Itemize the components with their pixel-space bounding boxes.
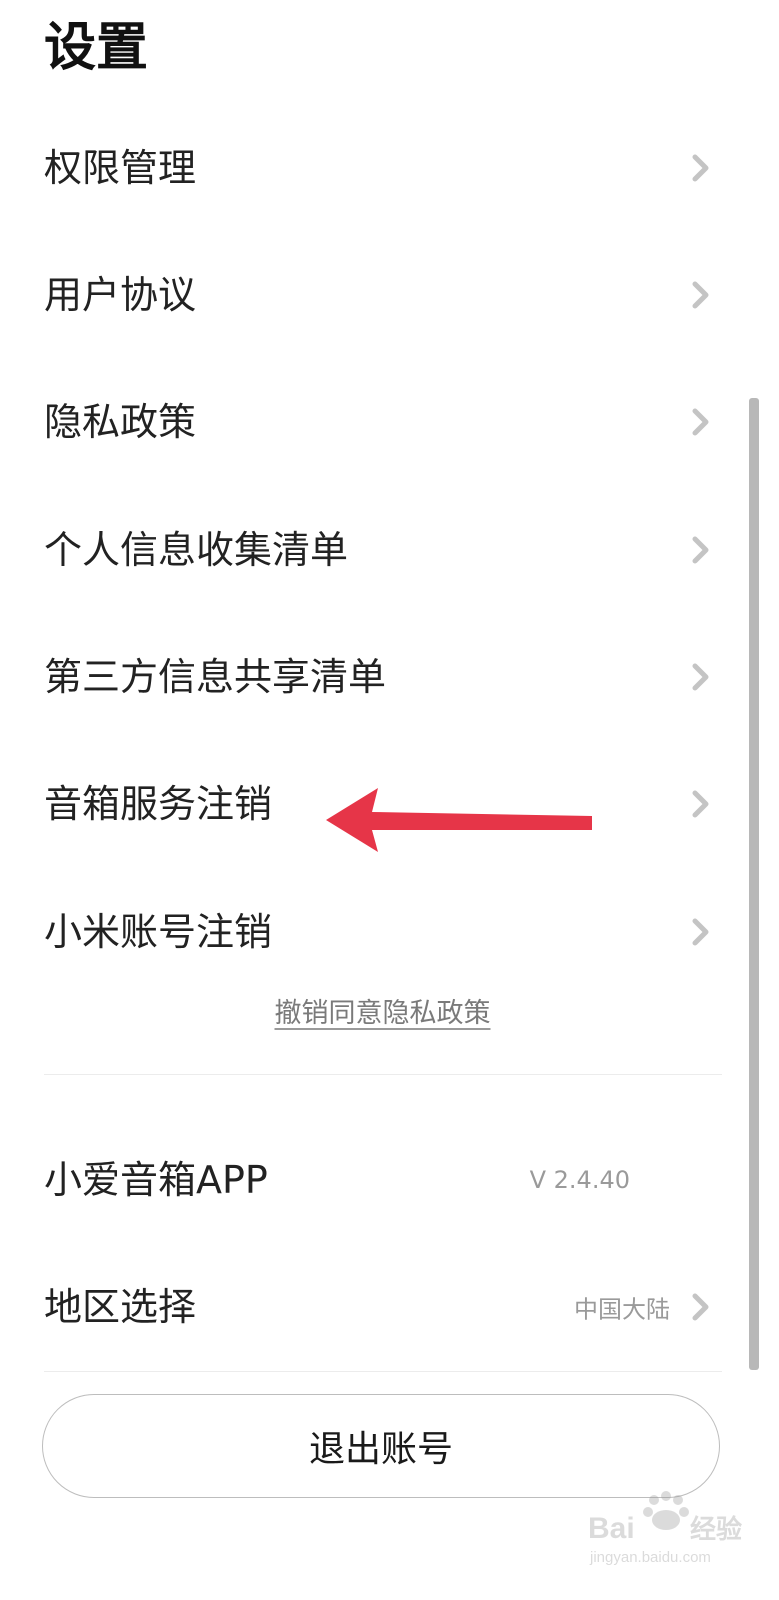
revoke-link-label: 撤销同意隐私政策 [274,998,491,1029]
menu-item-third-party-info-list[interactable]: 第三方信息共享清单 [0,627,740,727]
menu-item-label: 隐私政策 [44,400,197,444]
watermark-url: jingyan.baidu.com [589,1549,711,1566]
chevron-right-icon [692,408,709,436]
chevron-right-icon [692,790,709,818]
menu-item-user-agreement[interactable]: 用户协议 [0,245,740,345]
menu-item-label: 音箱服务注销 [44,782,273,826]
chevron-right-icon [692,154,709,182]
chevron-right-icon [692,536,709,564]
menu-item-personal-info-list[interactable]: 个人信息收集清单 [0,500,740,600]
chevron-right-icon [692,918,709,946]
watermark-brand: Bai [588,1512,635,1545]
scrollbar[interactable] [749,398,759,1370]
menu-item-region-select[interactable]: 地区选择 中国大陆 [0,1257,740,1357]
menu-item-label: 用户协议 [44,273,197,317]
region-value: 中国大陆 [574,1295,670,1324]
menu-item-label: 权限管理 [44,146,197,190]
section-divider [44,1371,722,1372]
chevron-right-icon [692,663,709,691]
logout-button[interactable]: 退出账号 [42,1394,720,1498]
section-divider [44,1074,722,1075]
menu-item-privacy-policy[interactable]: 隐私政策 [0,372,740,472]
region-label: 地区选择 [44,1285,197,1329]
page-title: 设置 [44,18,149,78]
app-name-label: 小爱音箱APP [44,1158,268,1202]
menu-item-xiaomi-account-cancel[interactable]: 小米账号注销 [0,882,740,982]
watermark-brand-suffix: 经验 [690,1514,742,1545]
menu-item-permission-management[interactable]: 权限管理 [0,118,740,218]
menu-item-label: 个人信息收集清单 [44,528,349,572]
menu-item-label: 小米账号注销 [44,910,273,954]
annotation-arrow-icon [326,788,592,852]
chevron-right-icon [692,1293,709,1321]
chevron-right-icon [692,281,709,309]
baidu-jingyan-watermark-icon: Bai 经验 jingyan.baidu.com [588,1491,742,1566]
app-version-value: V 2.4.40 [529,1166,630,1194]
revoke-privacy-consent-link[interactable]: 撤销同意隐私政策 [0,994,765,1034]
app-version-row: 小爱音箱APP V 2.4.40 [0,1130,740,1230]
menu-item-label: 第三方信息共享清单 [44,655,387,699]
